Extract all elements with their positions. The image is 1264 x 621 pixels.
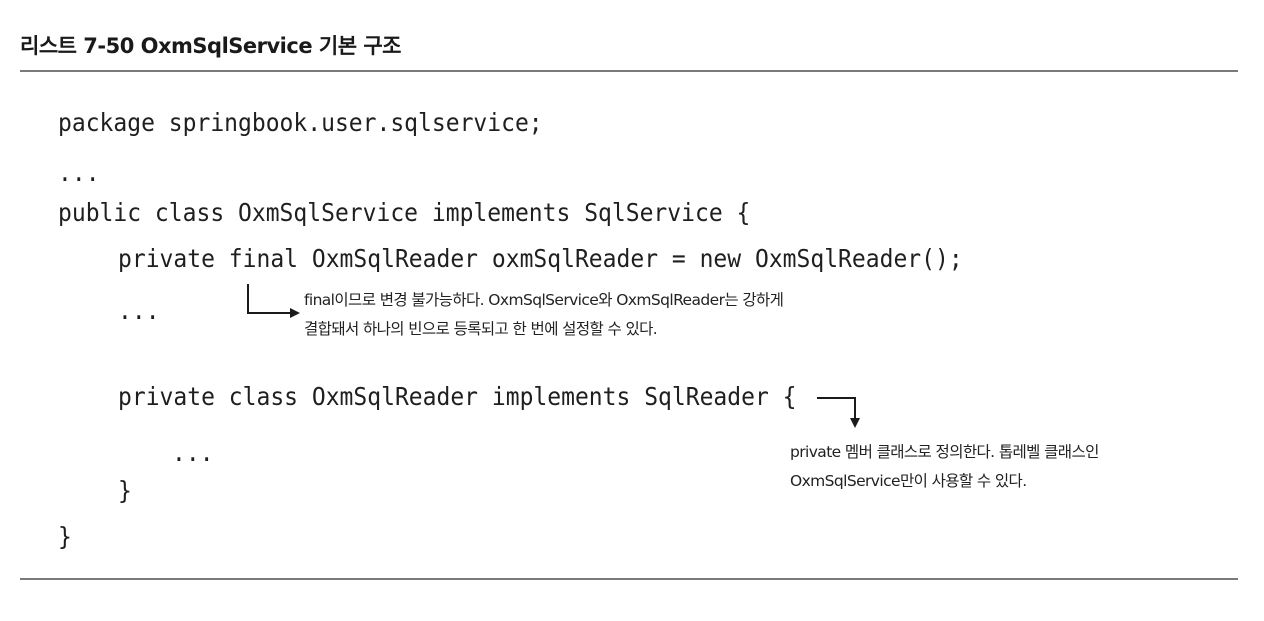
final-note-line-2: 결합돼서 하나의 빈으로 등록되고 한 번에 설정할 수 있다. [304, 320, 658, 338]
code-line-inner-close-brace: } [118, 476, 132, 505]
private-note-line-1: private 멤버 클래스로 정의한다. 톱레벨 클래스인 [790, 443, 1099, 461]
code-line-package: package springbook.user.sqlservice; [58, 108, 543, 137]
private-note-line-2: OxmSqlService만이 사용할 수 있다. [790, 472, 1027, 490]
code-line-class-declaration: public class OxmSqlService implements Sq… [58, 198, 751, 227]
bottom-divider [20, 578, 1238, 580]
code-line-ellipsis: ... [172, 438, 214, 467]
code-line-ellipsis: ... [118, 296, 160, 325]
final-note-arrow [247, 284, 300, 318]
top-divider [20, 70, 1238, 72]
private-note-arrow [817, 397, 860, 428]
code-line-outer-close-brace: } [58, 522, 72, 551]
listing-title: 리스트 7-50 OxmSqlService 기본 구조 [20, 34, 401, 58]
code-line-field-declaration: private final OxmSqlReader oxmSqlReader … [118, 244, 963, 273]
final-note-line-1: final이므로 변경 불가능하다. OxmSqlService와 OxmSql… [304, 291, 784, 309]
final-note: final이므로 변경 불가능하다. OxmSqlService와 OxmSql… [304, 286, 784, 344]
code-line-ellipsis: ... [58, 158, 100, 187]
private-note: private 멤버 클래스로 정의한다. 톱레벨 클래스인 OxmSqlSer… [790, 438, 1099, 496]
code-line-inner-class-declaration: private class OxmSqlReader implements Sq… [118, 382, 797, 411]
